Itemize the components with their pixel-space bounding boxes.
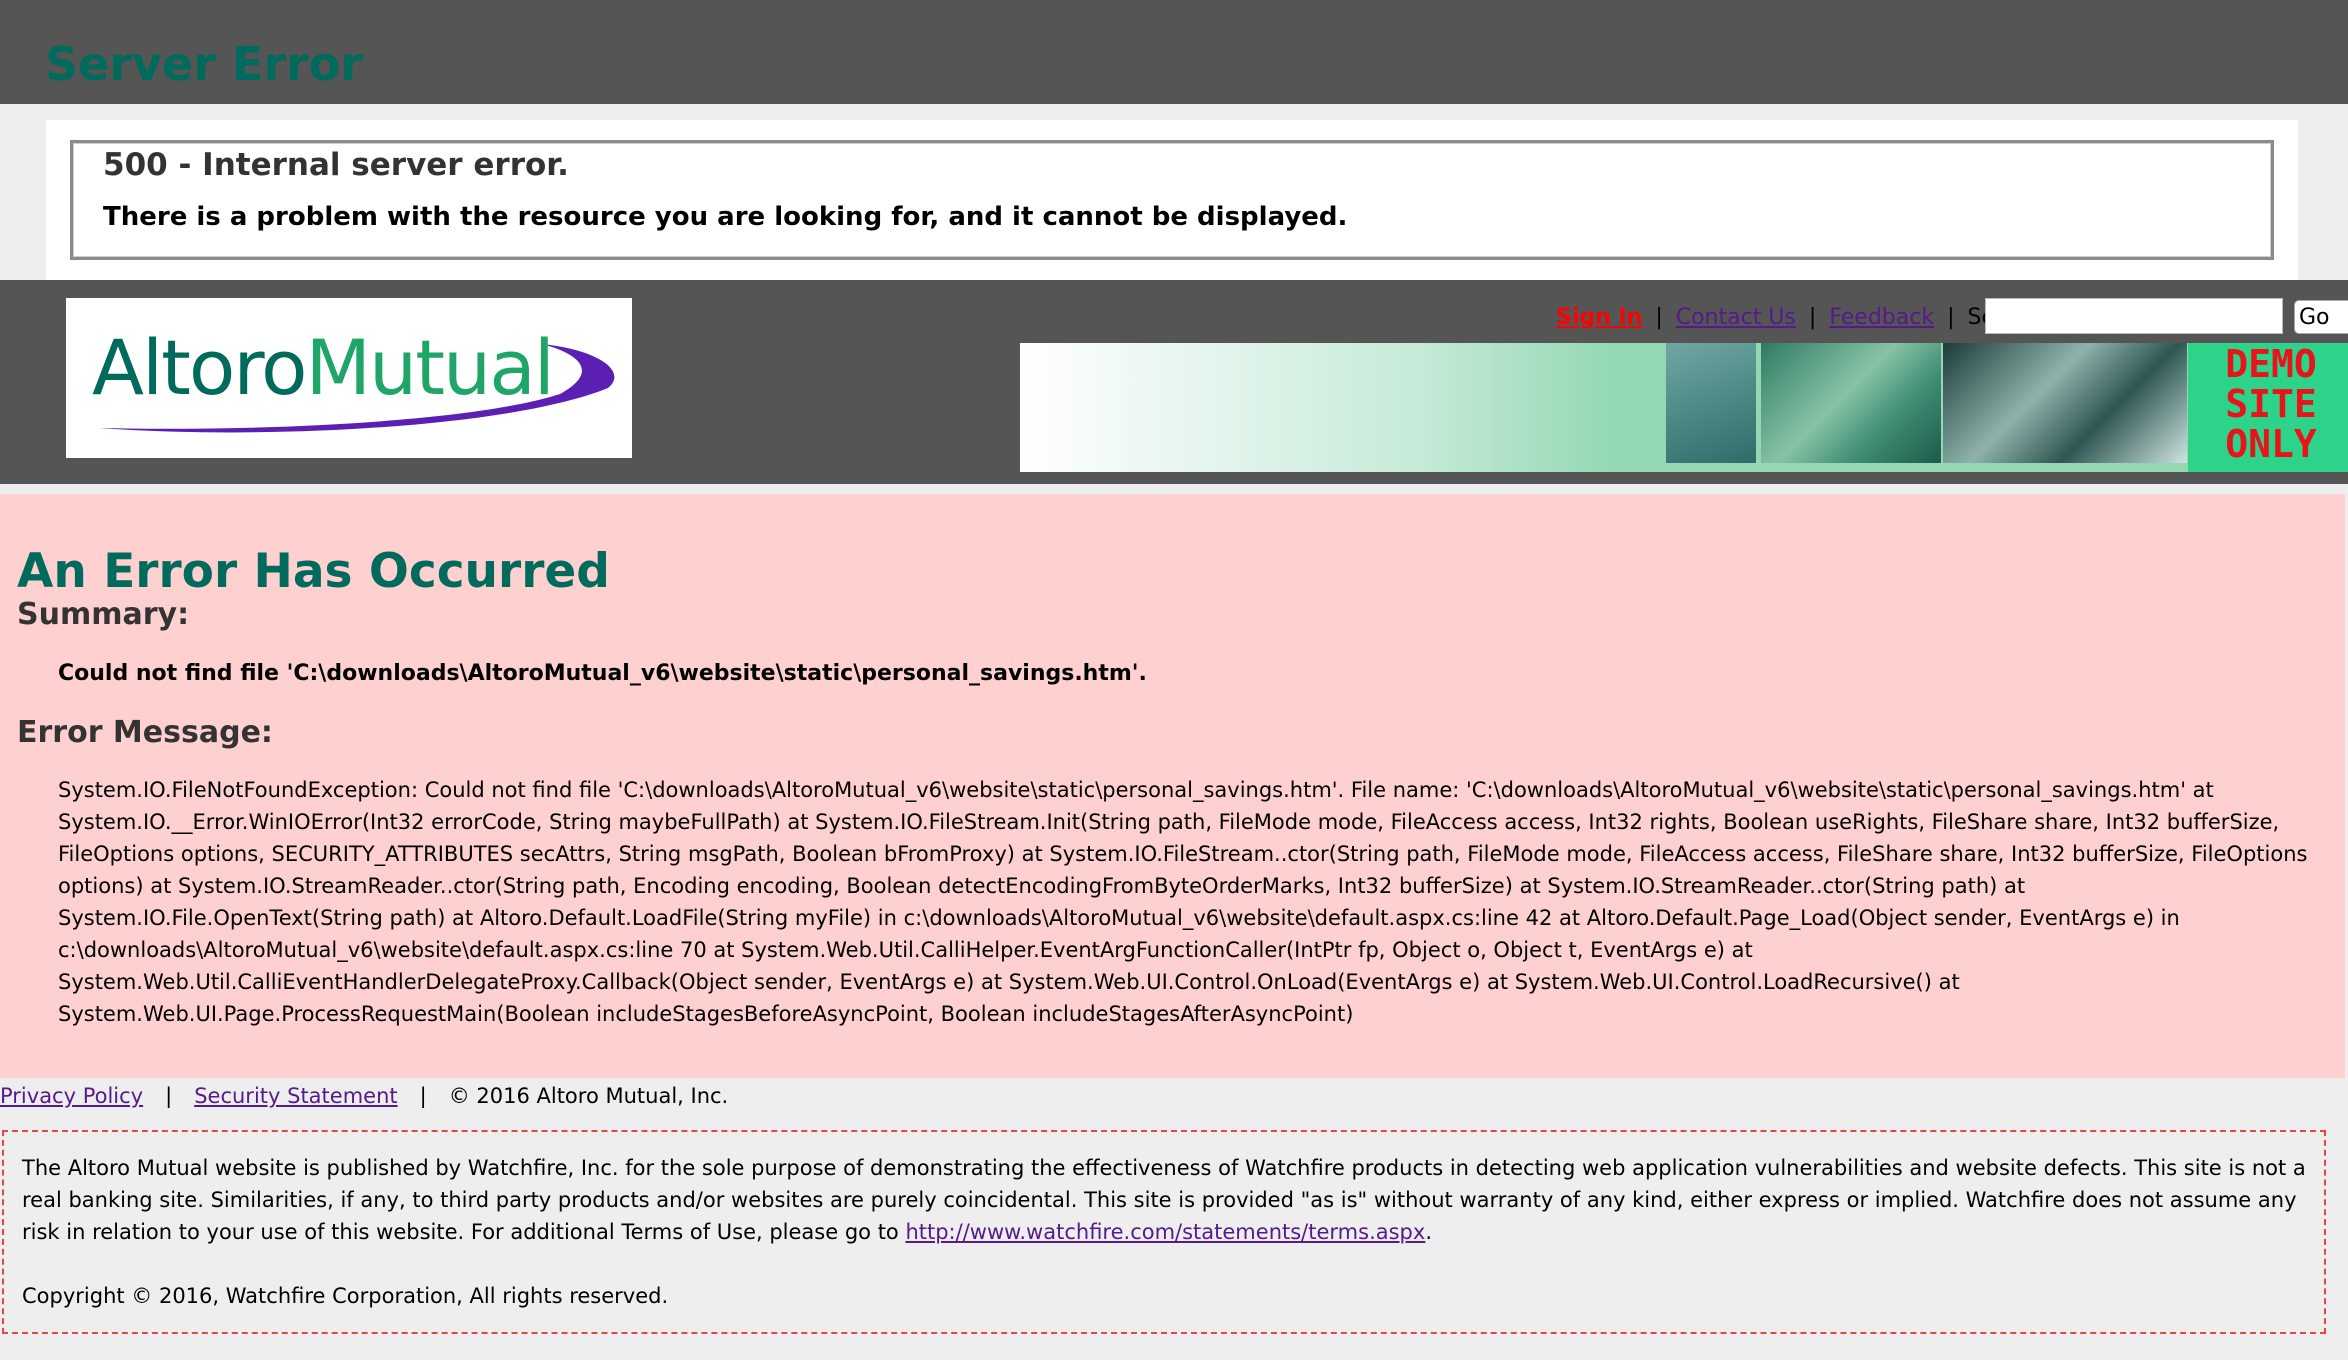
footer-separator: | [419,1084,427,1108]
server-error-description: There is a problem with the resource you… [103,202,1348,232]
disclaimer-copyright: Copyright © 2016, Watchfire Corporation,… [22,1284,669,1308]
footer-copyright: © 2016 Altoro Mutual, Inc. [448,1084,729,1108]
server-error-code: 500 - Internal server error. [103,147,569,183]
disclaimer-paragraph: The Altoro Mutual website is published b… [22,1152,2306,1248]
disclaimer-period: . [1425,1220,1432,1244]
security-statement-link[interactable]: Security Statement [194,1084,397,1108]
terms-link[interactable]: http://www.watchfire.com/statements/term… [905,1220,1425,1244]
summary-heading: Summary: [17,597,190,632]
sign-in-link[interactable]: Sign In [1556,305,1642,330]
logo: AltoroMutual [92,318,555,418]
nav-separator: | [1655,305,1663,330]
server-error-title: Server Error [45,37,363,91]
privacy-policy-link[interactable]: Privacy Policy [0,1084,143,1108]
error-message-text: System.IO.FileNotFoundException: Could n… [58,778,2308,1026]
go-button[interactable]: Go [2294,300,2348,334]
logo-word-mutual: Mutual [305,323,554,412]
error-message-heading: Error Message: [17,715,273,750]
footer-links: Privacy Policy | Security Statement | © 2016… [0,1078,728,1114]
contact-us-link[interactable]: Contact Us [1676,305,1796,330]
banner-photo-keyboard [1761,343,1941,463]
demo-site-text: DEMO SITE ONLY [2225,342,2317,466]
footer-separator: | [165,1084,173,1108]
nav-separator: | [1947,305,1955,330]
logo-word-altoro: Altoro [92,323,307,412]
search-input[interactable] [1985,298,2283,334]
summary-text: Could not find file 'C:\downloads\Altoro… [58,661,1147,686]
top-nav: Sign In | Contact Us | Feedback | Search [1556,300,2043,340]
banner-photo-meeting [1943,343,2187,463]
banner-photo-woman [1666,343,1756,463]
disclaimer-box: The Altoro Mutual website is published b… [2,1130,2326,1334]
nav-separator: | [1808,305,1817,330]
feedback-link[interactable]: Feedback [1829,305,1934,330]
